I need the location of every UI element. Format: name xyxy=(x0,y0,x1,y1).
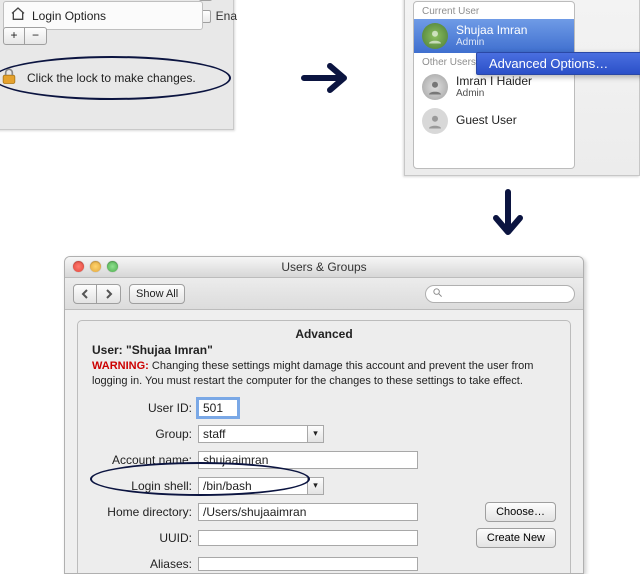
show-all-button[interactable]: Show All xyxy=(129,284,185,304)
avatar xyxy=(422,108,448,134)
row-user-id: User ID: 501 xyxy=(92,395,556,421)
nav-segment xyxy=(73,284,121,304)
choose-button[interactable]: Choose… xyxy=(485,502,556,522)
user-id-field[interactable]: 501 xyxy=(198,399,238,417)
close-icon[interactable] xyxy=(73,261,84,272)
home-dir-value: /Users/shujaaimran xyxy=(203,505,306,519)
row-group: Group: staff ▾ xyxy=(92,421,556,447)
user-name: Guest User xyxy=(456,114,517,127)
lock-row[interactable]: Click the lock to make changes. xyxy=(0,66,196,89)
uuid-label: UUID: xyxy=(92,531,198,545)
home-dir-label: Home directory: xyxy=(92,505,198,519)
titlebar: Users & Groups xyxy=(65,257,583,278)
user-name: Shujaa Imran xyxy=(456,24,527,37)
row-login-shell: Login shell: /bin/bash ▾ xyxy=(92,473,556,499)
avatar xyxy=(422,23,448,49)
row-aliases: Aliases: xyxy=(92,551,556,574)
section-current-user: Current User xyxy=(414,2,574,19)
user-item[interactable]: Guest User xyxy=(414,104,574,138)
arrow-right-icon xyxy=(300,58,360,101)
user-quoted-name: "Shujaa Imran" xyxy=(126,343,213,357)
advanced-heading: Advanced xyxy=(78,321,570,343)
search-icon xyxy=(432,287,443,301)
account-name-value: shujaaimran xyxy=(203,453,268,467)
aliases-field[interactable] xyxy=(198,557,418,571)
chevron-down-icon[interactable]: ▾ xyxy=(308,477,324,495)
create-new-button[interactable]: Create New xyxy=(476,528,556,548)
home-dir-field[interactable]: /Users/shujaaimran xyxy=(198,503,418,521)
minimize-icon[interactable] xyxy=(90,261,101,272)
user-item[interactable]: Imran I Haider Admin xyxy=(414,70,574,104)
uuid-field[interactable] xyxy=(198,530,418,546)
advanced-panel: Advanced User: "Shujaa Imran" WARNING: C… xyxy=(77,320,571,574)
login-shell-value: /bin/bash xyxy=(203,479,252,493)
house-icon xyxy=(10,6,26,25)
row-home-dir: Home directory: /Users/shujaaimran Choos… xyxy=(92,499,556,525)
search-input[interactable] xyxy=(425,285,575,303)
user-role: Admin xyxy=(456,88,532,99)
window-title: Users & Groups xyxy=(281,260,366,274)
row-uuid: UUID: Create New xyxy=(92,525,556,551)
lock-text: Click the lock to make changes. xyxy=(27,71,196,85)
user-label-prefix: User: xyxy=(92,343,126,357)
ena-checkbox-row: Ena xyxy=(198,9,237,23)
forward-button[interactable] xyxy=(97,284,121,304)
group-value: staff xyxy=(203,427,225,441)
zoom-icon[interactable] xyxy=(107,261,118,272)
aliases-label: Aliases: xyxy=(92,557,198,571)
warning-label: WARNING: xyxy=(92,360,149,372)
user-role: Admin xyxy=(456,37,527,48)
lock-icon xyxy=(0,66,19,89)
arrow-down-icon xyxy=(488,188,528,251)
warning-body: Changing these settings might damage thi… xyxy=(92,360,533,387)
chevron-down-icon[interactable]: ▾ xyxy=(308,425,324,443)
login-options-panel: ✓ Allo Ena Login Options + − Click the l… xyxy=(0,0,234,130)
login-shell-label: Login shell: xyxy=(92,479,198,493)
allow-checkbox-label: Allo xyxy=(217,0,237,1)
create-new-label: Create New xyxy=(487,532,545,544)
remove-button[interactable]: − xyxy=(25,27,47,45)
add-button[interactable]: + xyxy=(3,27,25,45)
toolbar: Show All xyxy=(65,278,583,310)
advanced-form: User ID: 501 Group: staff ▾ Account name… xyxy=(78,395,570,574)
user-name: Imran I Haider xyxy=(456,75,532,88)
login-shell-combo[interactable]: /bin/bash ▾ xyxy=(198,477,324,495)
login-options-label: Login Options xyxy=(32,9,106,23)
warning-text: WARNING: Changing these settings might d… xyxy=(78,359,570,395)
account-name-field[interactable]: shujaaimran xyxy=(198,451,418,469)
login-options-row[interactable]: Login Options xyxy=(3,1,203,30)
context-menu-advanced-options[interactable]: Advanced Options… xyxy=(476,52,640,75)
account-name-label: Account name: xyxy=(92,453,198,467)
user-item-current[interactable]: Shujaa Imran Admin xyxy=(414,19,574,53)
ena-checkbox-label: Ena xyxy=(216,9,237,23)
user-id-value: 501 xyxy=(203,401,223,415)
group-combo[interactable]: staff ▾ xyxy=(198,425,324,443)
show-all-label: Show All xyxy=(136,288,178,300)
traffic-lights xyxy=(73,261,118,272)
group-label: Group: xyxy=(92,427,198,441)
context-menu-item-label: Advanced Options… xyxy=(489,56,608,71)
user-list: Current User Shujaa Imran Admin Other Us… xyxy=(413,1,575,169)
users-panel: Current User Shujaa Imran Admin Other Us… xyxy=(404,0,640,176)
user-line: User: "Shujaa Imran" xyxy=(78,343,570,359)
avatar xyxy=(422,74,448,100)
row-account-name: Account name: shujaaimran xyxy=(92,447,556,473)
users-groups-window: Users & Groups Show All Advanced User: "… xyxy=(64,256,584,574)
choose-label: Choose… xyxy=(496,506,545,518)
user-id-label: User ID: xyxy=(92,401,198,415)
back-button[interactable] xyxy=(73,284,97,304)
add-remove-segment: + − xyxy=(3,27,47,45)
allow-checkbox-row: ✓ Allo xyxy=(199,0,237,1)
